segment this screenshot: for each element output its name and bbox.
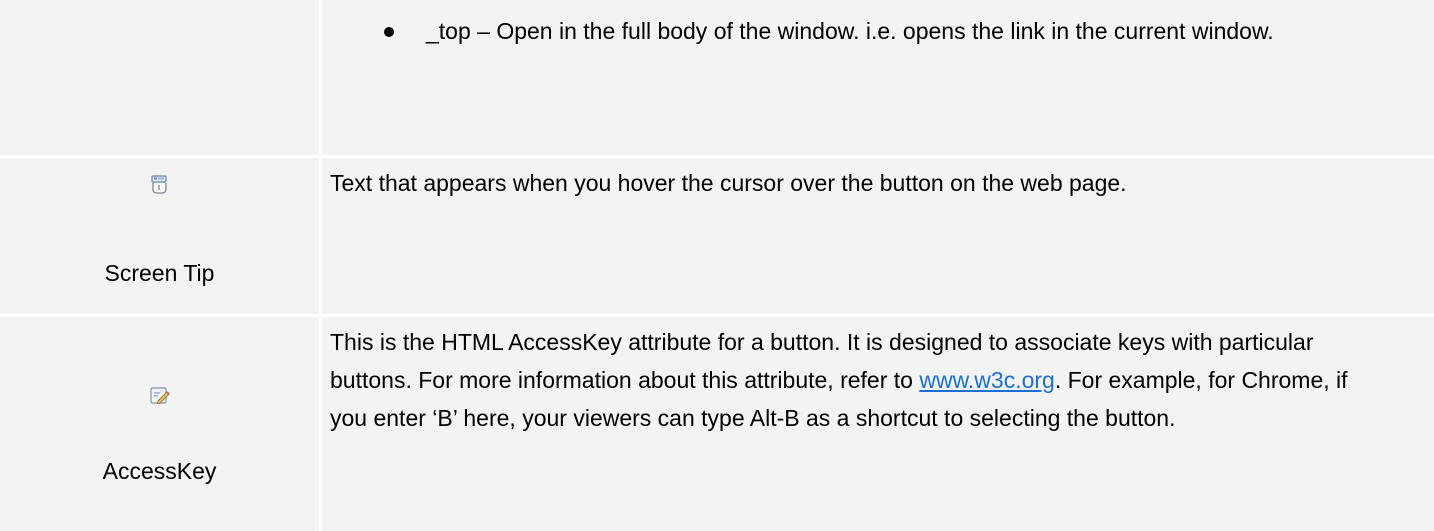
row-label: Screen Tip <box>104 260 215 286</box>
table-row-target-continued: _top – Open in the full body of the wind… <box>0 0 1434 155</box>
screen-tip-icon <box>151 175 167 194</box>
row-label-cell: Screen Tip <box>0 158 319 314</box>
bullet-text: _top – Open in the full body of the wind… <box>426 18 1274 44</box>
row-description-cell: Text that appears when you hover the cur… <box>322 158 1434 314</box>
w3c-link[interactable]: www.w3c.org <box>919 367 1054 393</box>
row-description: Text that appears when you hover the cur… <box>330 170 1127 196</box>
row-label: AccessKey <box>102 458 217 484</box>
row-description-cell: This is the HTML AccessKey attribute for… <box>322 317 1434 531</box>
row-label-cell-empty <box>0 0 319 155</box>
bullet-dot <box>384 27 394 37</box>
row-label-cell: AccessKey <box>0 317 319 531</box>
edit-pencil-icon <box>150 387 170 405</box>
table-row-screen-tip: Screen Tip Text that appears when you ho… <box>0 158 1434 314</box>
row-description: This is the HTML AccessKey attribute for… <box>330 323 1390 437</box>
table-row-accesskey: AccessKey This is the HTML AccessKey att… <box>0 317 1434 531</box>
row-description-cell: _top – Open in the full body of the wind… <box>322 0 1434 155</box>
